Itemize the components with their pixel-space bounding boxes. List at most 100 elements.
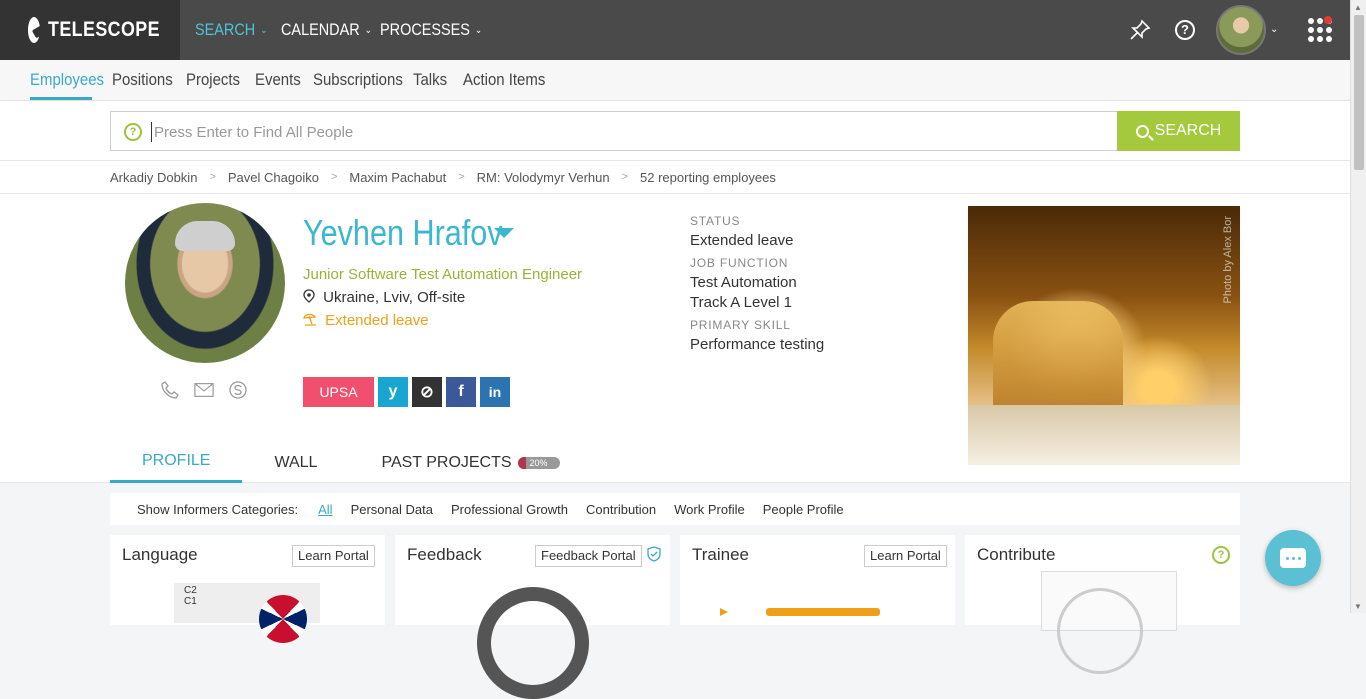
level-c2: C2 (184, 585, 197, 596)
filter-personal-data[interactable]: Personal Data (351, 502, 433, 517)
filter-work-profile[interactable]: Work Profile (674, 502, 745, 517)
learn-portal-button[interactable]: Learn Portal (292, 545, 375, 567)
profile-name: Yevhen Hrafov (303, 212, 503, 253)
nav-processes-label: PROCESSES (380, 20, 470, 39)
shield-check-icon[interactable] (647, 546, 661, 567)
contribute-card: Contribute ? (965, 535, 1240, 674)
tab-wall[interactable]: WALL (242, 442, 349, 483)
tab-profile[interactable]: PROFILE (110, 442, 243, 483)
tab-past-projects[interactable]: PAST PROJECTS 20% (349, 442, 591, 483)
subnav-positions[interactable]: Positions (112, 70, 173, 90)
nav-calendar[interactable]: CALENDAR ⌄ (281, 0, 372, 60)
breadcrumb-item[interactable]: Pavel Chagoiko (228, 170, 319, 185)
profile-badges: UPSA y ⊘ f in (303, 377, 510, 407)
breadcrumb-item[interactable]: Maxim Pachabut (349, 170, 446, 185)
subnav-events[interactable]: Events (255, 70, 301, 90)
profile-location: Ukraine, Lviv, Off-site (303, 289, 465, 306)
feedback-portal-button[interactable]: Feedback Portal (535, 545, 642, 567)
nav-search-label: SEARCH (195, 20, 256, 39)
linkedin-icon[interactable]: in (480, 377, 510, 407)
phone-icon[interactable] (160, 380, 180, 400)
sub-nav: Employees Positions Projects Events Subs… (0, 60, 1350, 101)
filter-contribution[interactable]: Contribution (586, 502, 656, 517)
filter-people-profile[interactable]: People Profile (763, 502, 844, 517)
chevron-right-icon: > (330, 171, 338, 183)
user-avatar[interactable] (1216, 5, 1266, 55)
profile-title[interactable]: Junior Software Test Automation Engineer (303, 266, 582, 283)
filter-professional-growth[interactable]: Professional Growth (451, 502, 568, 517)
telescope-logo-icon (28, 17, 41, 43)
card-title: Feedback (407, 545, 482, 564)
subnav-action-items[interactable]: Action Items (463, 70, 545, 90)
scroll-up-icon[interactable]: ▲ (1354, 3, 1362, 12)
pin-icon[interactable] (1128, 18, 1152, 42)
profile-name-row: Yevhen Hrafov (303, 212, 514, 254)
job-function-value: Test Automation (690, 274, 797, 291)
chevron-down-icon[interactable]: ⌄ (1270, 24, 1278, 35)
status-label: STATUS (690, 214, 741, 228)
chevron-down-icon: ⌄ (475, 24, 483, 36)
filter-all[interactable]: All (318, 502, 332, 517)
trainee-progress-bar (766, 608, 880, 616)
breadcrumb-item[interactable]: Arkadiy Dobkin (110, 170, 197, 185)
yammer-icon[interactable]: y (378, 377, 408, 407)
card-title: Contribute (977, 545, 1056, 564)
learn-portal-button[interactable]: Learn Portal (864, 545, 947, 567)
leave-status: Extended leave (303, 312, 429, 329)
snow-ground (968, 405, 1240, 465)
contribute-gauge (1057, 588, 1143, 674)
tab-wall-label: WALL (274, 453, 318, 471)
chevron-right-icon: > (209, 171, 216, 183)
progress-text: 20% (529, 457, 548, 468)
nav-processes[interactable]: PROCESSES ⌄ (380, 0, 482, 60)
nav-search[interactable]: SEARCH ⌄ (195, 0, 267, 60)
beach-umbrella-icon (303, 312, 325, 329)
upwork-icon[interactable]: ⊘ (412, 377, 442, 407)
chat-button[interactable] (1265, 530, 1321, 586)
active-tab-indicator (30, 97, 92, 100)
subnav-talks[interactable]: Talks (413, 70, 447, 90)
help-icon[interactable]: ? (1212, 546, 1230, 564)
search-help-icon[interactable]: ? (124, 123, 142, 141)
breadcrumb-item[interactable]: RM: Volodymyr Verhun (477, 170, 610, 185)
notification-dot (1324, 16, 1332, 24)
chevron-right-icon: > (458, 171, 465, 183)
leave-text: Extended leave (325, 312, 429, 329)
photo-credit: Photo by Alex Bor (1222, 216, 1234, 304)
subnav-projects[interactable]: Projects (186, 70, 240, 90)
breadcrumb-item[interactable]: 52 reporting employees (640, 170, 776, 185)
upsa-badge[interactable]: UPSA (303, 377, 374, 407)
document-icon (1041, 571, 1177, 674)
primary-skill-label: PRIMARY SKILL (690, 318, 791, 332)
skype-icon[interactable] (228, 380, 248, 400)
feedback-donut (477, 587, 589, 699)
subnav-subscriptions[interactable]: Subscriptions (313, 70, 403, 90)
top-bar: TELESCOPE SEARCH ⌄ CALENDAR ⌄ PROCESSES ⌄ ?… (0, 0, 1350, 60)
nav-calendar-label: CALENDAR (281, 20, 360, 39)
scrollbar[interactable]: ▲ ▼ (1350, 0, 1366, 613)
search-bar: ? SEARCH (0, 101, 1350, 161)
search-field: ? (110, 111, 1118, 151)
uk-flag-icon (259, 595, 307, 643)
facebook-icon[interactable]: f (446, 377, 476, 407)
trainee-card: Trainee Learn Portal (680, 535, 955, 625)
feedback-card: Feedback Feedback Portal (395, 535, 670, 699)
track-value: Track A Level 1 (690, 294, 792, 311)
chat-icon (1280, 548, 1306, 568)
breadcrumb: Arkadiy Dobkin > Pavel Chagoiko > Maxim … (0, 161, 1350, 194)
search-input[interactable] (151, 122, 1101, 142)
primary-skill-value: Performance testing (690, 336, 825, 353)
search-button[interactable]: SEARCH (1117, 111, 1240, 151)
language-level-chart: C2 C1 (174, 583, 320, 643)
status-value: Extended leave (690, 232, 794, 249)
tab-profile-label: PROFILE (142, 452, 211, 469)
help-icon[interactable]: ? (1173, 18, 1197, 42)
app-name: TELESCOPE (48, 18, 161, 41)
email-icon[interactable] (194, 380, 214, 400)
location-text: Ukraine, Lviv, Off-site (323, 289, 466, 306)
scroll-down-icon[interactable]: ▼ (1354, 602, 1362, 611)
scroll-thumb[interactable] (1354, 15, 1364, 170)
app-logo[interactable]: TELESCOPE (0, 0, 180, 60)
subnav-employees[interactable]: Employees (30, 70, 104, 90)
search-icon (1135, 124, 1149, 138)
